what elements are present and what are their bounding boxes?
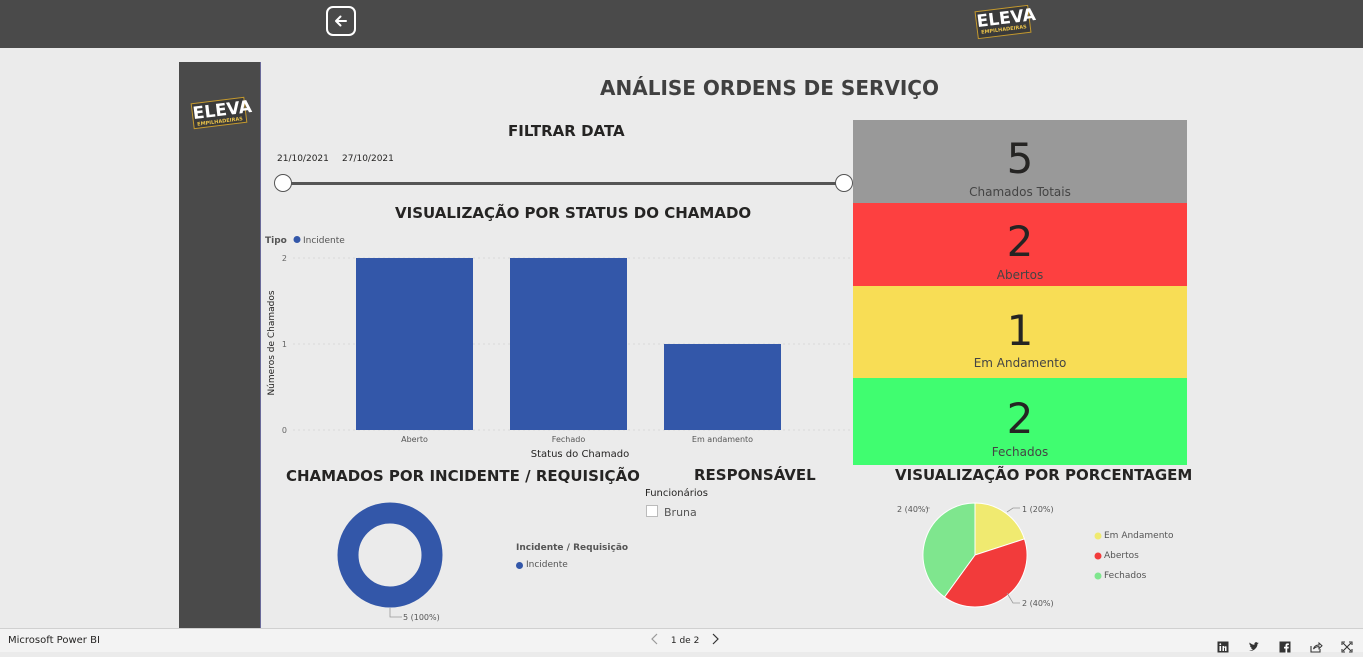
date-slider-end-handle[interactable] bbox=[835, 174, 853, 192]
bar-y-axis-label: Números de Chamados bbox=[267, 290, 277, 395]
date-end-label: 27/10/2021 bbox=[342, 154, 394, 164]
incident-chart-title: CHAMADOS POR INCIDENTE / REQUISIÇÃO bbox=[286, 467, 640, 485]
bruna-checkbox[interactable] bbox=[646, 505, 658, 517]
bar-x-tick-label: Fechado bbox=[552, 435, 586, 444]
share-icon[interactable] bbox=[1310, 638, 1324, 653]
bar-x-tick-label: Aberto bbox=[401, 435, 428, 444]
share-icons bbox=[1205, 634, 1355, 653]
back-button[interactable] bbox=[326, 6, 356, 36]
date-slider-start-handle[interactable] bbox=[274, 174, 292, 192]
kpi-fechados-label: Fechados bbox=[991, 445, 1049, 459]
pct-chart-title: VISUALIZAÇÃO POR PORCENTAGEM bbox=[895, 466, 1193, 484]
pct-legend-em-andamento[interactable]: Em Andamento bbox=[1104, 531, 1173, 541]
eleva-logo: ELEVA EMPILHADEIRAS bbox=[974, 4, 1037, 40]
next-page-icon[interactable] bbox=[710, 633, 720, 648]
kpi-total-value: 5 bbox=[1006, 134, 1034, 183]
kpi-card-fechados: 2 Fechados bbox=[853, 378, 1187, 465]
pct-legend-abertos[interactable]: Abertos bbox=[1104, 551, 1139, 561]
kpi-abertos-value: 2 bbox=[1006, 217, 1034, 266]
arrow-left-icon bbox=[335, 15, 347, 27]
incident-donut-chart: 5 (100%) bbox=[337, 502, 443, 622]
bar-y-tick-label: 1 bbox=[282, 340, 287, 349]
kpi-em-andamento-label: Em Andamento bbox=[973, 356, 1067, 370]
date-start-label: 21/10/2021 bbox=[277, 154, 329, 164]
bar-x-tick-label: Em andamento bbox=[692, 435, 753, 444]
donut-slice-incidente[interactable] bbox=[337, 502, 443, 608]
bruna-label[interactable]: Bruna bbox=[664, 506, 697, 519]
pie-label-fechados: 2 (40%) bbox=[897, 505, 929, 514]
kpi-total-label: Chamados Totais bbox=[969, 185, 1071, 199]
twitter-icon[interactable] bbox=[1248, 638, 1262, 652]
donut-label-leader bbox=[389, 608, 402, 618]
pct-pie-chart: 1 (20%) 2 (40%) 2 (40%) bbox=[897, 502, 1054, 608]
bar-x-axis-label: Status do Chamado bbox=[531, 449, 629, 460]
donut-legend-dot bbox=[516, 562, 523, 569]
funcionarios-label: Funcionários bbox=[645, 488, 708, 499]
kpi-em-andamento-value: 1 bbox=[1006, 306, 1034, 355]
legend-dot-fechados bbox=[1094, 572, 1102, 580]
bar-legend-title: Tipo bbox=[265, 236, 287, 246]
page-navigator: 1 de 2 bbox=[650, 633, 720, 648]
pct-legend-dots bbox=[1094, 532, 1102, 580]
footer-bar: Microsoft Power BI 1 de 2 bbox=[0, 628, 1363, 653]
kpi-fechados-value: 2 bbox=[1006, 394, 1034, 443]
date-filter-title: FILTRAR DATA bbox=[508, 122, 625, 140]
fullscreen-icon[interactable] bbox=[1341, 638, 1355, 653]
sidebar bbox=[179, 62, 261, 628]
page-title: ANÁLISE ORDENS DE SERVIÇO bbox=[600, 76, 939, 100]
kpi-card-em-andamento: 1 Em Andamento bbox=[853, 286, 1187, 378]
bar-y-tick-label: 0 bbox=[282, 426, 287, 435]
responsavel-title: RESPONSÁVEL bbox=[694, 466, 816, 484]
prev-page-icon[interactable] bbox=[650, 633, 660, 648]
status-chart-title: VISUALIZAÇÃO POR STATUS DO CHAMADO bbox=[395, 204, 752, 222]
status-bar-chart: Tipo Incidente Números de Chamados Statu… bbox=[265, 236, 852, 460]
kpi-card-total: 5 Chamados Totais bbox=[853, 120, 1187, 203]
bar-aberto[interactable] bbox=[356, 258, 473, 430]
bar-legend-dot bbox=[293, 236, 301, 243]
pie-label-abertos: 2 (40%) bbox=[1022, 599, 1054, 608]
bar-em-andamento[interactable] bbox=[664, 344, 781, 430]
pie-label-leader-1 bbox=[1006, 507, 1020, 513]
linkedin-icon[interactable] bbox=[1217, 638, 1231, 652]
donut-legend-item[interactable]: Incidente bbox=[526, 560, 568, 570]
legend-dot-em-andamento bbox=[1094, 532, 1102, 540]
page-indicator: 1 de 2 bbox=[670, 635, 700, 646]
kpi-card-abertos: 2 Abertos bbox=[853, 203, 1187, 286]
pct-legend-fechados[interactable]: Fechados bbox=[1104, 571, 1146, 581]
bar-fechado[interactable] bbox=[510, 258, 627, 430]
legend-dot-abertos bbox=[1094, 552, 1102, 560]
top-bar: ELEVA EMPILHADEIRAS bbox=[0, 0, 1363, 48]
pie-label-em-andamento: 1 (20%) bbox=[1022, 505, 1054, 514]
donut-legend-title: Incidente / Requisição bbox=[516, 543, 629, 553]
bar-y-tick-label: 2 bbox=[282, 254, 287, 263]
facebook-icon[interactable] bbox=[1279, 638, 1293, 653]
donut-data-label: 5 (100%) bbox=[403, 613, 440, 622]
bar-legend-item[interactable]: Incidente bbox=[303, 236, 345, 246]
kpi-abertos-label: Abertos bbox=[996, 268, 1044, 282]
date-slider-track[interactable] bbox=[283, 182, 844, 185]
power-bi-brand[interactable]: Microsoft Power BI bbox=[8, 635, 100, 646]
